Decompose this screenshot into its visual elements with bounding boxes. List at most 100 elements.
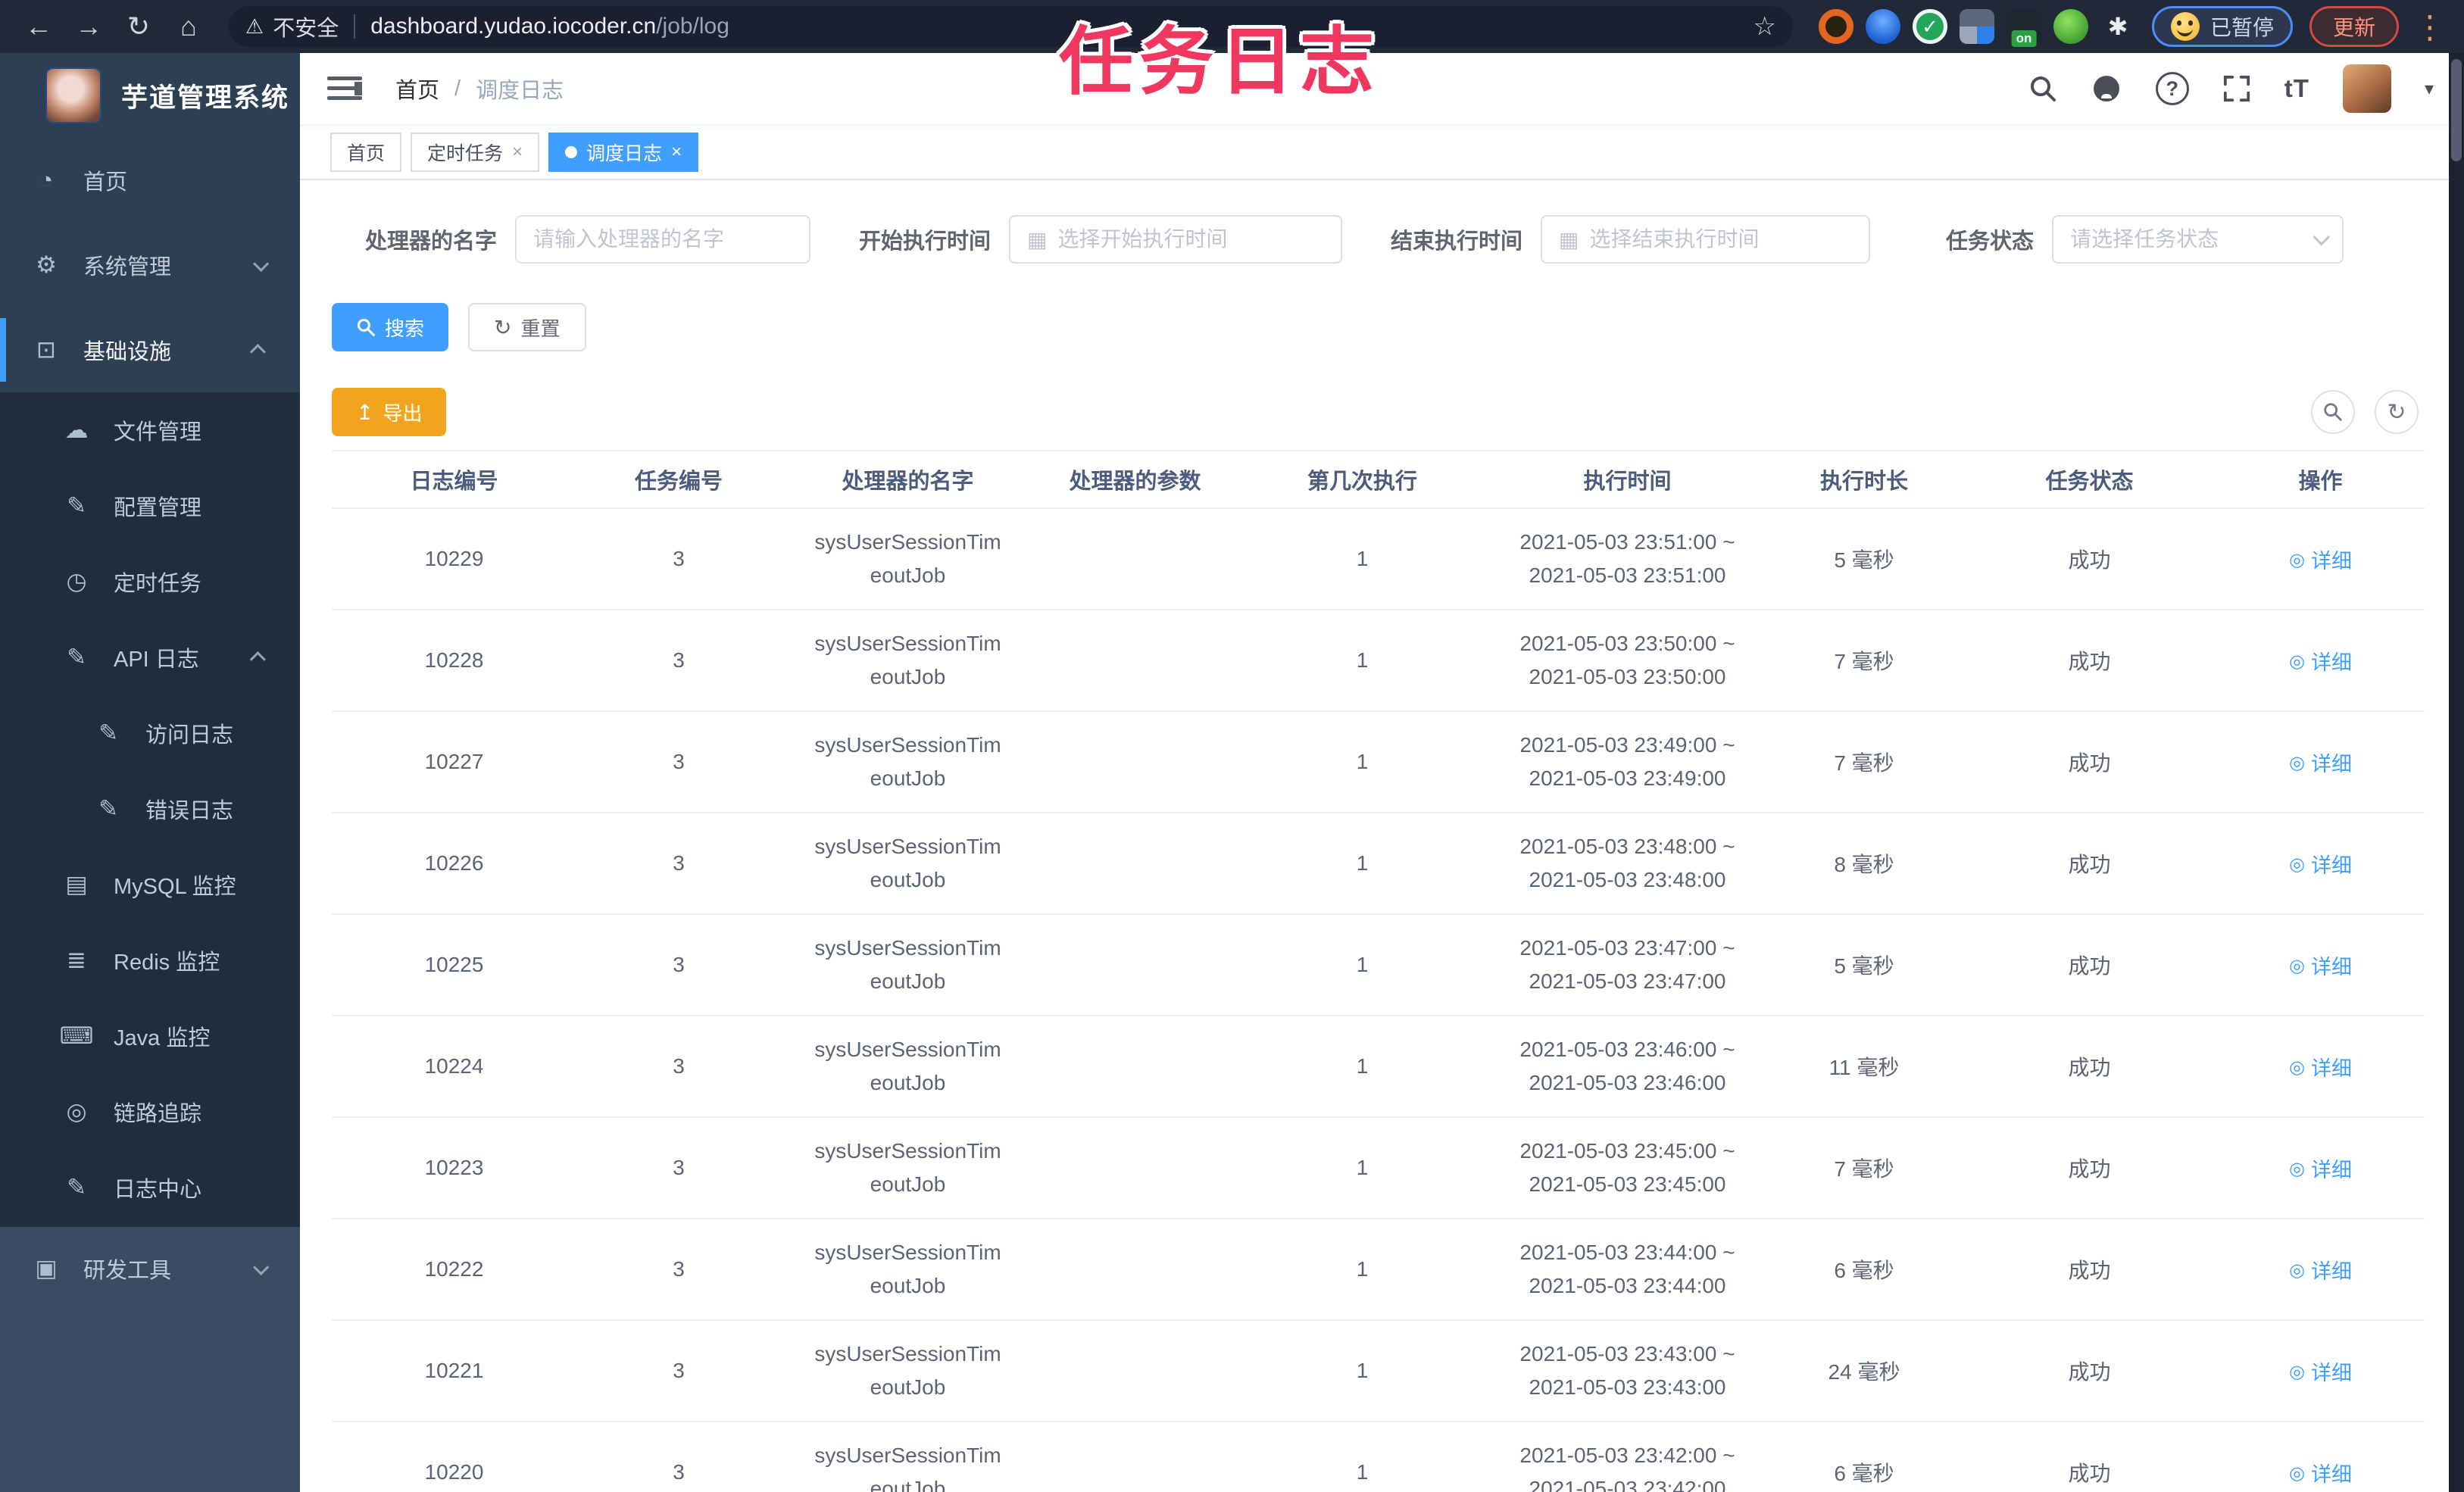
sidebar-item[interactable]: ▤ MySQL 监控 — [0, 847, 300, 922]
detail-link[interactable]: 详细 — [2289, 1255, 2352, 1284]
github-icon[interactable] — [2091, 73, 2122, 105]
hamburger-icon[interactable] — [327, 73, 362, 104]
browser-forward-icon[interactable]: → — [68, 6, 109, 47]
tag-item[interactable]: 首页 — [330, 133, 402, 172]
duration-cell: 6 毫秒 — [1834, 1462, 1894, 1485]
browser-menu-icon[interactable] — [2414, 8, 2446, 45]
sidebar-item-label: 访问日志 — [145, 723, 234, 748]
reset-button[interactable]: 重置 — [468, 303, 586, 351]
search-button[interactable]: 搜索 — [332, 303, 449, 351]
sidebar-item[interactable]: ✎ API 日志 — [0, 620, 300, 695]
detail-link[interactable]: 详细 — [2289, 1052, 2352, 1082]
sidebar-item[interactable]: ⌨ Java 监控 — [0, 998, 300, 1074]
sidebar-logo-row[interactable]: 芋道管理系统 — [0, 53, 300, 138]
avatar-caret-icon[interactable] — [2425, 78, 2434, 100]
tampermonkey-extension-icon[interactable]: on — [2006, 9, 2041, 47]
eye-icon — [2289, 1461, 2305, 1484]
security-label[interactable]: 不安全 — [273, 11, 339, 42]
log-id-cell: 10228 — [424, 648, 484, 672]
sidebar-item-label: 链路追踪 — [114, 1102, 202, 1126]
operation-cell: 详细 — [2216, 1255, 2425, 1284]
puzzle-extension-icon[interactable]: ✱ — [2100, 9, 2135, 44]
tag-close-icon[interactable]: × — [512, 142, 523, 163]
browser-home-icon[interactable]: ⌂ — [168, 6, 209, 47]
toggle-search-button[interactable] — [2311, 390, 2355, 434]
header-search-icon[interactable] — [2028, 74, 2057, 103]
detail-link[interactable]: 详细 — [2289, 646, 2352, 676]
detail-link[interactable]: 详细 — [2289, 849, 2352, 879]
start-time-picker[interactable] — [1009, 215, 1343, 264]
sidebar-item-label: 错误日志 — [145, 799, 234, 823]
export-button[interactable]: 导出 — [332, 388, 447, 436]
sidebar-item[interactable]: ✎ 访问日志 — [0, 695, 300, 771]
execute-time-cell: 2021-05-03 23:48:00 ~2021-05-03 23:48:00 — [1519, 835, 1735, 891]
task-status-select[interactable] — [2052, 215, 2344, 264]
browser-update-button[interactable]: 更新 — [2309, 6, 2399, 47]
tag-active[interactable]: 调度日志 × — [548, 133, 699, 172]
sidebar-item[interactable]: ◷ 定时任务 — [0, 544, 300, 620]
handler-name-cell: sysUserSessionTim eoutJob — [814, 1444, 1001, 1492]
sidebar-item[interactable]: ✎ 日志中心 — [0, 1150, 300, 1225]
task-status-cell: 成功 — [2068, 1157, 2111, 1181]
browser-reload-icon[interactable]: ↻ — [118, 6, 159, 47]
browser-profile-chip[interactable]: 已暂停 — [2151, 6, 2293, 47]
bookmark-star-icon[interactable]: ☆ — [1753, 11, 1775, 42]
help-icon[interactable] — [2155, 72, 2189, 105]
sidebar: 芋道管理系统 ◔ 首页 ⚙ 系统管理 ⊡ 基础设施 ☁ 文件管理 ✎ 配置管理 ◷ 定时任务 ✎ API … — [0, 53, 300, 1492]
font-size-icon[interactable] — [2284, 74, 2309, 103]
end-time-picker[interactable] — [1541, 215, 1871, 264]
tag-close-icon[interactable]: × — [671, 142, 682, 163]
app-title: 芋道管理系统 — [121, 83, 290, 113]
fullscreen-icon[interactable] — [2222, 74, 2251, 103]
search-button-label: 搜索 — [385, 317, 425, 340]
sidebar-item-label: 系统管理 — [83, 255, 172, 279]
orange-ring-extension-icon[interactable] — [1818, 9, 1853, 44]
sidebar-item[interactable]: ⚙ 系统管理 — [0, 223, 300, 307]
refresh-table-button[interactable] — [2375, 390, 2419, 434]
detail-link[interactable]: 详细 — [2289, 1458, 2352, 1487]
leaf-extension-icon[interactable] — [2053, 9, 2088, 44]
eye-icon — [2289, 1258, 2305, 1281]
green-check-extension-icon[interactable]: ✓ — [1912, 9, 1947, 44]
start-time-input-field[interactable] — [1057, 227, 1325, 251]
blue-drop-extension-icon[interactable] — [1865, 9, 1900, 44]
execute-time-cell: 2021-05-03 23:47:00 ~2021-05-03 23:47:00 — [1519, 936, 1735, 993]
task-status-select-field[interactable] — [2070, 227, 2303, 251]
sidebar-item[interactable]: ✎ 配置管理 — [0, 468, 300, 544]
duration-cell: 5 毫秒 — [1834, 548, 1894, 572]
sidebar-item[interactable]: ≣ Redis 监控 — [0, 922, 300, 998]
handler-name-input-field[interactable] — [533, 227, 793, 251]
sidebar-item[interactable]: ◎ 链路追踪 — [0, 1074, 300, 1150]
browser-back-icon[interactable]: ← — [18, 6, 59, 47]
user-avatar[interactable] — [2342, 64, 2391, 113]
detail-link-label: 详细 — [2310, 1361, 2352, 1384]
dashboard-icon: ◔ — [39, 167, 54, 193]
end-time-input-field[interactable] — [1589, 227, 1853, 251]
grid-extension-icon[interactable] — [1959, 9, 1994, 44]
handler-name-input[interactable] — [515, 215, 811, 264]
calendar-icon — [1027, 227, 1047, 252]
sidebar-item[interactable]: ☁ 文件管理 — [0, 392, 300, 468]
address-bar[interactable]: ⚠ 不安全 dashboard.yudao.iocoder.cn/job/log… — [229, 6, 1793, 47]
table-row: 10228 3 sysUserSessionTim eoutJob 1 2021-05-0… — [332, 610, 2425, 712]
sidebar-item[interactable]: ⊡ 基础设施 — [0, 307, 300, 392]
scrollbar-thumb[interactable] — [2451, 59, 2462, 161]
detail-link[interactable]: 详细 — [2289, 545, 2352, 574]
sidebar-item[interactable]: ▣ 研发工具 — [0, 1225, 300, 1310]
execute-time-cell: 2021-05-03 23:44:00 ~2021-05-03 23:44:00 — [1519, 1241, 1735, 1297]
eye-icon — [2289, 751, 2305, 774]
sidebar-item[interactable]: ✎ 错误日志 — [0, 771, 300, 847]
detail-link[interactable]: 详细 — [2289, 1153, 2352, 1183]
task-id-cell: 3 — [673, 1359, 685, 1382]
column-header: 执行时间 — [1583, 470, 1672, 494]
tag-item[interactable]: 定时任务 × — [411, 133, 540, 172]
app-navbar: 首页 / 调度日志 — [300, 53, 2464, 126]
detail-link[interactable]: 详细 — [2289, 950, 2352, 980]
refresh-icon — [2387, 399, 2406, 426]
detail-link[interactable]: 详细 — [2289, 748, 2352, 777]
breadcrumb-home[interactable]: 首页 — [395, 73, 439, 105]
url-text[interactable]: dashboard.yudao.iocoder.cn/job/log — [370, 14, 1742, 39]
sidebar-item[interactable]: ◔ 首页 — [0, 138, 300, 223]
chevron-up-icon — [249, 343, 266, 360]
detail-link[interactable]: 详细 — [2289, 1356, 2352, 1386]
